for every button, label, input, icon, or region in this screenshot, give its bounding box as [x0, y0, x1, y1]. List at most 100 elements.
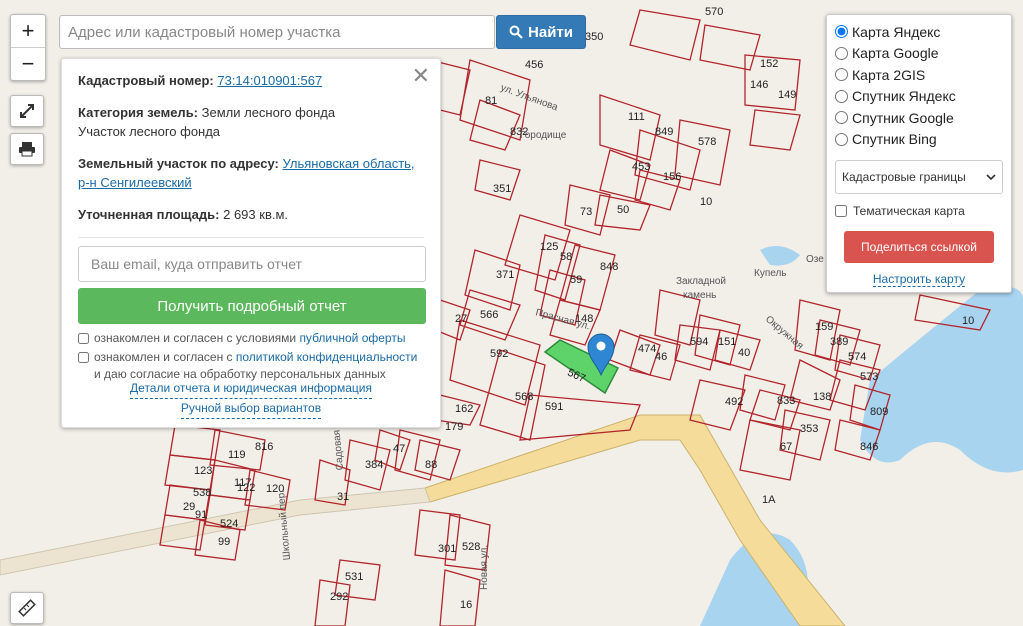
parcel-number-label: 456: [525, 59, 543, 71]
ruler-icon: [18, 599, 36, 617]
basemap-radio[interactable]: [835, 111, 848, 125]
parcel-number-label: 27: [455, 313, 467, 325]
setup-map: Настроить карту: [835, 272, 1003, 287]
cadastral-number-link[interactable]: 73:14:010901:567: [217, 73, 322, 88]
basemap-radio[interactable]: [835, 46, 848, 60]
area-label: Уточненная площадь:: [78, 207, 220, 222]
consent-privacy: ознакомлен и согласен с политикой конфид…: [78, 349, 424, 383]
place-label: Озе: [806, 254, 824, 265]
basemap-radio[interactable]: [835, 132, 848, 146]
basemap-option: Спутник Яндекс: [835, 86, 1003, 108]
zoom-control: + −: [10, 14, 46, 81]
parcel-number-label: 578: [698, 136, 716, 148]
manual-selection-link[interactable]: Ручной выбор вариантов: [180, 399, 322, 419]
category-sub: Участок лесного фонда: [78, 124, 221, 139]
parcel-number-label: 809: [870, 406, 888, 418]
email-field[interactable]: [78, 246, 426, 282]
parcel-number-label: 138: [813, 391, 831, 403]
parcel-number-label: 123: [194, 465, 212, 477]
parcel-number-label: 538: [193, 487, 211, 499]
printer-icon: [19, 142, 35, 157]
parcel-number-label: 351: [493, 183, 511, 195]
search-icon: [509, 25, 523, 39]
basemap-option-label: Карта Яндекс: [852, 23, 941, 40]
layer-switcher: Карта Яндекс Карта Google Карта 2GIS Спутни…: [826, 14, 1012, 293]
search-button[interactable]: Найти: [496, 15, 586, 49]
parcel-number-label: 384: [365, 459, 383, 471]
parcel-number-label: 474: [638, 343, 656, 355]
parcel-number-label: 833: [777, 395, 795, 407]
consent-offer-prefix: ознакомлен и согласен с условиями: [94, 331, 300, 345]
parcel-number-label: 816: [255, 441, 273, 453]
zoom-in-button[interactable]: +: [11, 15, 45, 47]
basemap-radio[interactable]: [835, 25, 848, 39]
parcel-number-label: 301: [438, 543, 456, 555]
report-details-link[interactable]: Детали отчета и юридическая информация: [130, 379, 372, 399]
parcel-number-label: 179: [445, 421, 463, 433]
parcel-number-label: 88: [425, 459, 437, 471]
parcel-number-label: 29: [183, 501, 195, 513]
address-link-district[interactable]: р-н Сенгилеевский: [78, 175, 192, 190]
offer-link[interactable]: публичной оферты: [299, 331, 405, 345]
parcel-number-label: 149: [778, 89, 796, 101]
parcel-number-label: 146: [750, 79, 768, 91]
category-value: Земли лесного фонда: [201, 105, 336, 120]
parcel-number-label: 492: [725, 396, 743, 408]
zoom-out-button[interactable]: −: [11, 47, 45, 80]
thematic-map-checkbox[interactable]: [835, 205, 847, 217]
overlay-select-value: Кадастровые границы: [842, 170, 966, 184]
parcel-number-label: 67: [780, 441, 792, 453]
ruler-button[interactable]: [10, 592, 44, 624]
parcel-number-label: 73: [580, 206, 592, 218]
divider: [78, 237, 424, 238]
setup-map-link[interactable]: Настроить карту: [872, 272, 966, 287]
street-label: Новая ул.: [479, 545, 490, 590]
parcel-number-label: 125: [540, 241, 558, 253]
parcel-number-label: 1A: [762, 494, 776, 506]
basemap-radio[interactable]: [835, 68, 848, 82]
basemap-option-label: Карта Google: [852, 45, 939, 62]
basemap-option-label: Спутник Google: [852, 109, 954, 126]
basemap-options: Карта Яндекс Карта Google Карта 2GIS Спутни…: [835, 21, 1003, 150]
basemap-option: Карта 2GIS: [835, 64, 1003, 86]
consent-offer-text: ознакомлен и согласен с условиями публич…: [94, 330, 405, 347]
place-label: Городище: [520, 130, 567, 141]
consent-privacy-checkbox[interactable]: [78, 352, 89, 363]
parcel-number-label: 111: [628, 111, 645, 123]
address-link-region[interactable]: Ульяновская область,: [282, 156, 414, 171]
parcel-number-label: 10: [700, 196, 712, 208]
parcel-number-label: 81: [485, 95, 497, 107]
basemap-option-label: Спутник Bing: [852, 131, 937, 148]
parcel-number-label: 99: [218, 536, 230, 548]
parcel-number-label: 591: [545, 401, 563, 413]
parcel-number-label: 162: [455, 403, 473, 415]
fullscreen-button[interactable]: [10, 95, 44, 127]
parcel-number-label: 528: [462, 541, 480, 553]
basemap-option: Спутник Google: [835, 107, 1003, 129]
basemap-option: Спутник Bing: [835, 129, 1003, 151]
share-link-button[interactable]: Поделиться ссылкой: [844, 231, 994, 263]
parcel-number-label: 848: [600, 261, 618, 273]
basemap-option-label: Спутник Яндекс: [852, 88, 956, 105]
basemap-radio[interactable]: [835, 89, 848, 103]
get-report-button[interactable]: Получить подробный отчет: [78, 288, 426, 324]
consent-offer-checkbox[interactable]: [78, 333, 89, 344]
overlay-select[interactable]: Кадастровые границы: [835, 160, 1003, 194]
expand-icon: [20, 104, 34, 118]
parcel-number-label: 10: [962, 315, 974, 327]
parcel-number-label: 159: [815, 321, 833, 333]
print-button[interactable]: [10, 133, 44, 165]
parcel-number-label: 594: [690, 336, 708, 348]
area-row: Уточненная площадь: 2 693 кв.м.: [78, 205, 424, 224]
privacy-link[interactable]: политикой конфиденциальности: [236, 350, 417, 364]
address-label: Земельный участок по адресу:: [78, 156, 279, 171]
search-button-label: Найти: [528, 23, 573, 41]
place-label: камень: [683, 290, 716, 301]
parcel-number-label: 531: [345, 571, 363, 583]
search-input[interactable]: [59, 15, 495, 49]
parcel-number-label: 151: [718, 336, 736, 348]
parcel-number-label: 91: [195, 509, 207, 521]
basemap-option: Карта Google: [835, 43, 1003, 65]
place-label: Закладной: [676, 276, 726, 287]
close-icon[interactable]: ✕: [412, 63, 430, 89]
